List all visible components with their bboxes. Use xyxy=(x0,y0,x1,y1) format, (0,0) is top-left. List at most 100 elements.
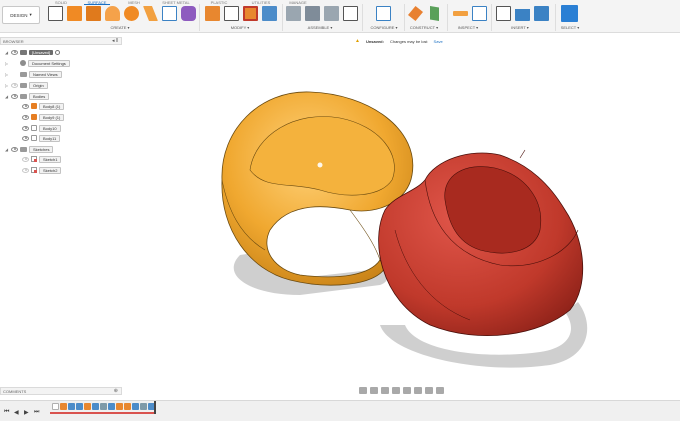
zoom-icon[interactable] xyxy=(392,387,400,394)
tree-body9[interactable]: Body9 (1) xyxy=(22,113,65,121)
select-cursor-icon[interactable] xyxy=(561,5,578,22)
tab-manage[interactable]: MANAGE xyxy=(286,0,310,5)
tree-root[interactable]: ◢ [Unsaved] xyxy=(4,48,61,56)
display-settings-icon[interactable] xyxy=(414,387,422,394)
extrude-icon[interactable] xyxy=(67,6,82,21)
tree-body8[interactable]: Body8 (1) xyxy=(22,102,65,110)
select-menu[interactable]: SELECT ▾ xyxy=(552,25,588,30)
tree-named-views[interactable]: ▷ Named Views xyxy=(4,70,62,78)
tree-sketch2[interactable]: Sketch2 xyxy=(22,166,62,174)
create-sketch-icon[interactable] xyxy=(48,6,63,21)
offset-plane-icon[interactable] xyxy=(408,6,423,21)
radio-active-icon[interactable] xyxy=(55,49,61,55)
timeline-feature-icon[interactable] xyxy=(100,403,107,410)
visibility-eye-icon[interactable] xyxy=(22,103,29,109)
tab-mesh[interactable]: MESH xyxy=(126,0,142,5)
visibility-eye-icon[interactable] xyxy=(11,146,18,152)
3d-viewport[interactable] xyxy=(180,80,610,380)
expand-triangle-icon[interactable]: ▷ xyxy=(4,83,9,88)
browser-collapse-icon[interactable]: ◂ ‖ xyxy=(112,38,118,45)
expand-triangle-icon[interactable]: ▷ xyxy=(4,61,9,66)
tree-origin[interactable]: ▷ Origin xyxy=(4,81,48,89)
timeline-feature-icon[interactable] xyxy=(140,403,147,410)
timeline-feature-icon[interactable] xyxy=(92,403,99,410)
fit-icon[interactable] xyxy=(403,387,411,394)
modify-menu[interactable]: MODIFY ▾ xyxy=(220,25,260,30)
design-workspace-button[interactable]: DESIGN ▾ xyxy=(2,6,40,24)
inspect-menu[interactable]: INSPECT ▾ xyxy=(450,25,486,30)
timeline-feature-icon[interactable] xyxy=(124,403,131,410)
tree-sketches[interactable]: ◢ Sketches xyxy=(4,145,54,153)
press-pull-icon[interactable] xyxy=(205,6,220,21)
tab-plastic[interactable]: PLASTIC xyxy=(208,0,230,5)
loft-icon[interactable] xyxy=(124,6,139,21)
tree-bodies[interactable]: ◢ Bodies xyxy=(4,92,50,100)
collapse-triangle-icon[interactable]: ◢ xyxy=(4,50,9,55)
visibility-eye-icon[interactable] xyxy=(22,135,29,141)
save-link[interactable]: Save xyxy=(434,39,443,44)
stitch-icon[interactable] xyxy=(243,6,258,21)
timeline-marker[interactable] xyxy=(154,401,156,414)
joint-icon[interactable] xyxy=(286,6,301,21)
go-to-end-icon[interactable]: ⏭ xyxy=(34,409,39,416)
document-name[interactable]: [Unsaved] xyxy=(29,49,54,55)
revolve-icon[interactable] xyxy=(86,6,101,21)
tab-surface[interactable]: SURFACE xyxy=(84,0,110,5)
construct-menu[interactable]: CONSTRUCT ▾ xyxy=(402,25,446,30)
create-menu[interactable]: CREATE ▾ xyxy=(100,25,140,30)
expand-triangle-icon[interactable]: ▷ xyxy=(4,72,9,77)
insert-mesh-icon[interactable] xyxy=(515,9,530,21)
add-comment-icon[interactable]: ⊕ xyxy=(114,388,118,395)
timeline-feature-icon[interactable] xyxy=(84,403,91,410)
visibility-eye-icon[interactable] xyxy=(22,167,29,173)
timeline-feature-icon[interactable] xyxy=(108,403,115,410)
midplane-icon[interactable] xyxy=(430,6,439,21)
as-built-joint-icon[interactable] xyxy=(324,6,339,21)
insert-derive-icon[interactable] xyxy=(496,6,511,21)
sweep-icon[interactable] xyxy=(105,6,120,21)
patch-icon[interactable] xyxy=(143,6,158,21)
timeline-feature-icon[interactable] xyxy=(68,403,75,410)
configure-icon[interactable] xyxy=(376,6,391,21)
go-to-start-icon[interactable]: ⏮ xyxy=(4,409,9,416)
timeline-feature-icon[interactable] xyxy=(132,403,139,410)
tab-sheet-metal[interactable]: SHEET METAL xyxy=(158,0,194,5)
timeline-feature-icon[interactable] xyxy=(60,403,67,410)
insert-menu[interactable]: INSERT ▾ xyxy=(500,25,540,30)
orbit-icon[interactable] xyxy=(359,387,367,394)
visibility-eye-icon[interactable] xyxy=(11,49,18,55)
play-icon[interactable]: ▶ xyxy=(24,409,29,416)
look-at-icon[interactable] xyxy=(370,387,378,394)
visibility-eye-icon[interactable] xyxy=(11,82,18,88)
tree-body11[interactable]: Body11 xyxy=(22,134,61,142)
tab-solid[interactable]: SOLID xyxy=(52,0,70,5)
timeline-sketch-icon[interactable] xyxy=(52,403,59,410)
visibility-eye-icon[interactable] xyxy=(22,114,29,120)
timeline-feature-icon[interactable] xyxy=(76,403,83,410)
pan-icon[interactable] xyxy=(381,387,389,394)
assemble-menu[interactable]: ASSEMBLE ▾ xyxy=(298,25,342,30)
tab-utilities[interactable]: UTILITIES xyxy=(248,0,274,5)
interference-icon[interactable] xyxy=(472,6,487,21)
grid-settings-icon[interactable] xyxy=(425,387,433,394)
visibility-eye-icon[interactable] xyxy=(22,125,29,131)
canvas-icon[interactable] xyxy=(534,6,549,21)
step-back-icon[interactable]: ◀ xyxy=(14,409,19,416)
visibility-eye-icon[interactable] xyxy=(22,156,29,162)
tree-sketch1[interactable]: Sketch1 xyxy=(22,155,62,163)
measure-icon[interactable] xyxy=(453,11,468,16)
component-icon[interactable] xyxy=(305,6,320,21)
ruled-icon[interactable] xyxy=(162,6,177,21)
tree-body10[interactable]: Body10 xyxy=(22,124,61,132)
joint-origin-icon[interactable] xyxy=(343,6,358,21)
tree-document-settings[interactable]: ▷ Document Settings xyxy=(4,59,70,67)
visibility-eye-icon[interactable] xyxy=(11,93,18,99)
scissors-icon[interactable] xyxy=(224,6,239,21)
viewports-icon[interactable] xyxy=(436,387,444,394)
form-icon[interactable] xyxy=(181,6,196,21)
collapse-triangle-icon[interactable]: ◢ xyxy=(4,94,9,99)
offset-icon[interactable] xyxy=(262,6,277,21)
timeline-feature-icon[interactable] xyxy=(116,403,123,410)
configure-menu[interactable]: CONFIGURE ▾ xyxy=(362,25,406,30)
collapse-triangle-icon[interactable]: ◢ xyxy=(4,147,9,152)
